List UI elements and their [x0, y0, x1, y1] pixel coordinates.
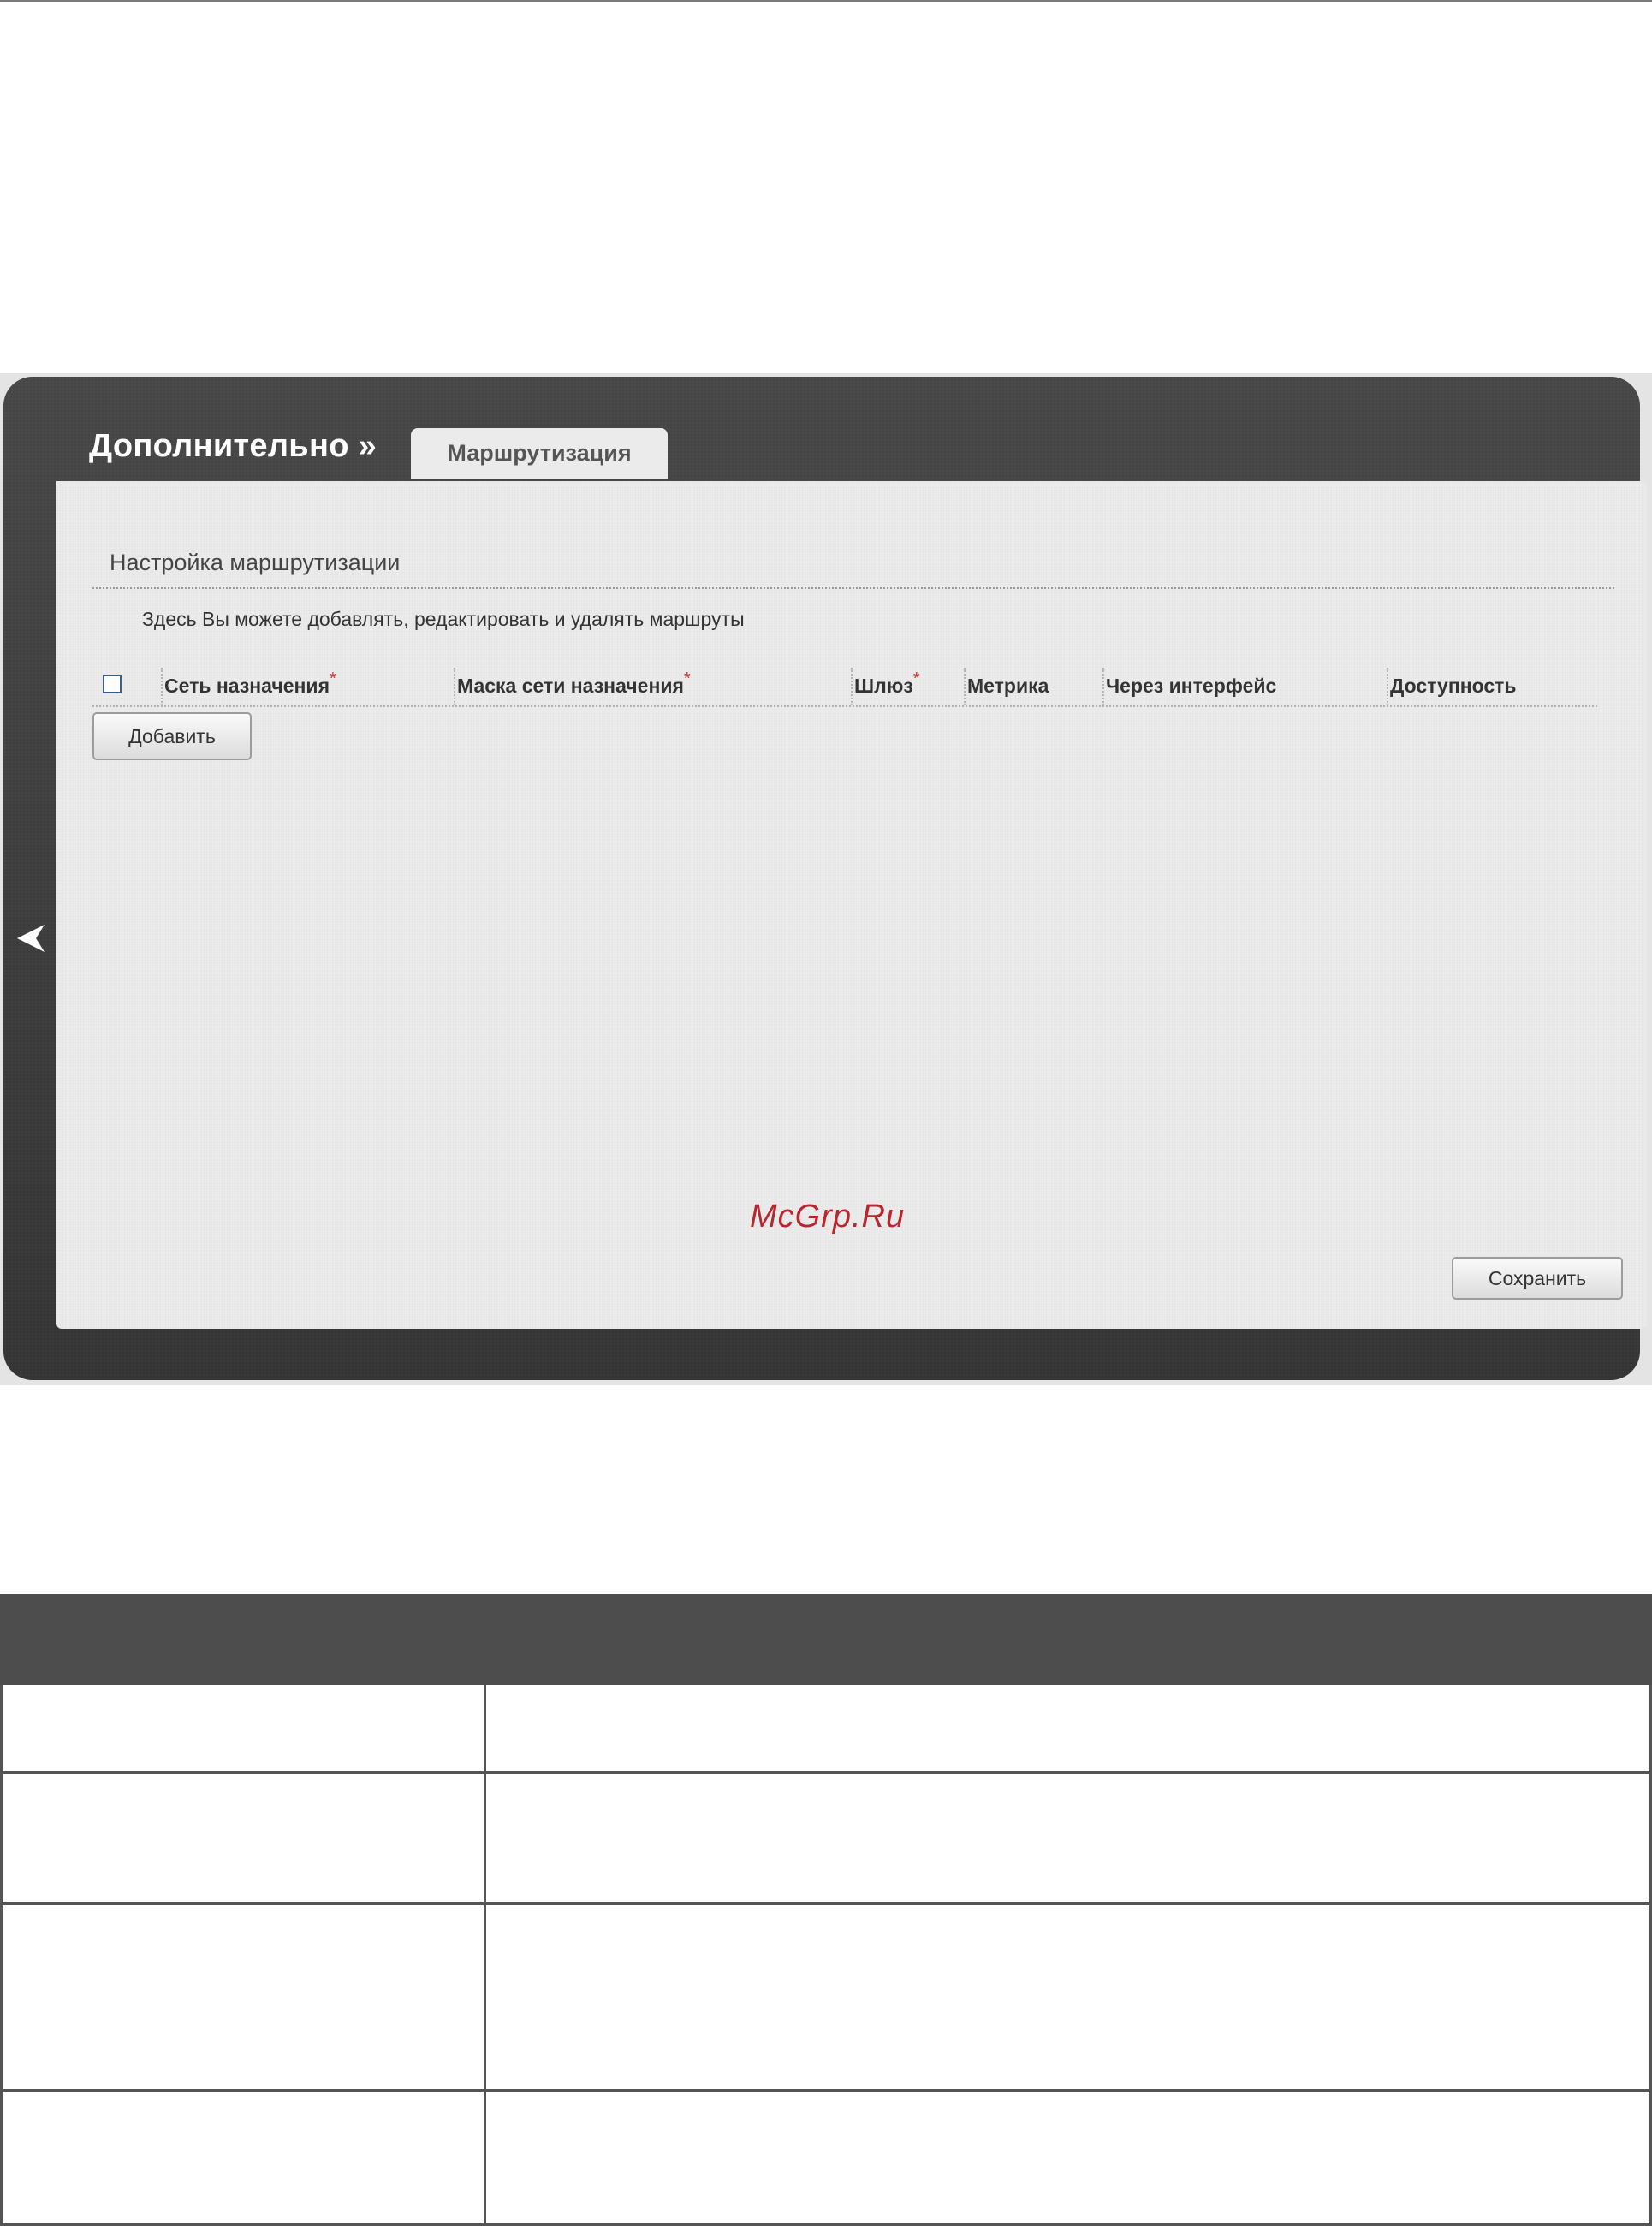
required-mark: *	[683, 670, 691, 688]
section-divider	[92, 587, 1614, 589]
column-header-destination[interactable]: Сеть назначения*	[164, 670, 336, 698]
required-mark: *	[912, 670, 920, 688]
table-row	[0, 1685, 1652, 1774]
content-panel: Настройка маршрутизации Здесь Вы можете …	[56, 481, 1647, 1329]
parameters-table	[0, 1594, 1652, 2226]
column-header-label: Через интерфейс	[1106, 675, 1277, 697]
tab-routing-label: Маршрутизация	[447, 440, 632, 466]
table-row	[0, 1774, 1652, 1905]
column-header-label: Шлюз	[854, 675, 913, 697]
cell-divider	[484, 1774, 486, 1902]
watermark: McGrp.Ru	[750, 1199, 906, 1235]
column-header-metric[interactable]: Метрика	[967, 675, 1049, 698]
column-separator	[851, 668, 853, 705]
select-all-checkbox[interactable]	[103, 675, 122, 693]
save-button[interactable]: Сохранить	[1452, 1257, 1623, 1300]
parameters-table-header	[0, 1594, 1652, 1685]
section-description: Здесь Вы можете добавлять, редактировать…	[142, 608, 745, 630]
column-header-interface[interactable]: Через интерфейс	[1106, 675, 1276, 698]
required-mark: *	[330, 670, 336, 688]
tab-routing[interactable]: Маршрутизация	[411, 428, 668, 479]
column-separator	[1102, 668, 1104, 705]
column-header-label: Доступность	[1390, 675, 1517, 697]
column-separator	[161, 668, 163, 705]
column-header-label: Метрика	[967, 675, 1049, 697]
cell-divider	[484, 2092, 486, 2223]
table-header-divider	[92, 705, 1597, 707]
breadcrumb[interactable]: Дополнительно »	[89, 428, 377, 465]
column-header-label: Сеть назначения	[164, 675, 330, 697]
ui-frame: Дополнительно » Маршрутизация Настройка …	[3, 377, 1647, 1380]
column-header-netmask[interactable]: Маска сети назначения*	[457, 670, 691, 698]
table-row	[0, 1905, 1652, 2092]
table-row	[0, 2092, 1652, 2226]
column-separator	[454, 668, 455, 705]
router-ui-screenshot: Дополнительно » Маршрутизация Настройка …	[0, 373, 1652, 1385]
chevron-left-icon[interactable]	[15, 921, 46, 955]
column-separator	[964, 668, 966, 705]
column-header-label: Маска сети назначения	[457, 675, 684, 697]
add-button[interactable]: Добавить	[92, 712, 252, 760]
column-header-availability[interactable]: Доступность	[1390, 675, 1517, 698]
column-header-gateway[interactable]: Шлюз*	[854, 670, 920, 698]
cell-divider	[484, 1685, 486, 1771]
section-title: Настройка маршрутизации	[110, 550, 401, 575]
cell-divider	[484, 1905, 486, 2089]
column-separator	[1387, 668, 1388, 705]
page-top-rule	[0, 0, 1652, 2]
